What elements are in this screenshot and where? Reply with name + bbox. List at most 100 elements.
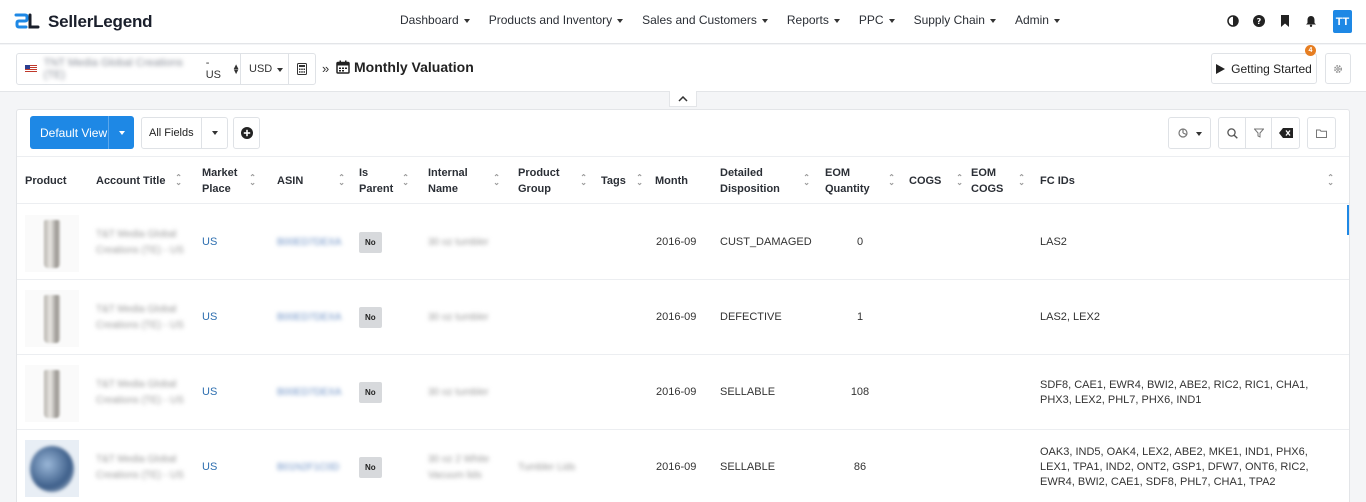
add-view-button[interactable]: [233, 117, 260, 149]
account-selector[interactable]: TNT Media Global Creations (TE) - US ▲ ▼: [16, 53, 241, 85]
getting-started-label: Getting Started: [1231, 61, 1312, 76]
calculator-button[interactable]: [288, 53, 316, 85]
filter-icon: [1253, 128, 1264, 138]
column-header-asin[interactable]: ASIN ⌃ ⌄: [277, 158, 351, 204]
menu-sales-customers[interactable]: Sales and Customers: [642, 13, 768, 27]
currency-selector[interactable]: USD: [240, 53, 289, 85]
default-view-button[interactable]: Default View: [30, 116, 134, 149]
product-group-cell: Tumbler Lids: [518, 461, 576, 473]
marketplace-link[interactable]: US: [202, 355, 217, 430]
caret-down-icon: [761, 18, 768, 23]
bookmark-icon[interactable]: [1278, 14, 1292, 28]
internal-name-cell: 30 oz tumbler: [428, 311, 489, 323]
view-dropdown-toggle[interactable]: [108, 116, 134, 149]
asin-link[interactable]: B00ED7DEXA: [277, 355, 341, 430]
column-header-tags[interactable]: Tags ⌃ ⌄: [601, 158, 653, 204]
column-header-product[interactable]: Product: [25, 158, 89, 204]
clear-filters-button[interactable]: [1271, 117, 1300, 149]
menu-dashboard[interactable]: Dashboard: [400, 13, 470, 27]
product-image[interactable]: [25, 215, 79, 272]
vacuum-lid-thumbnail: [30, 445, 74, 492]
notification-badge: 4: [1305, 45, 1316, 56]
marketplace-link[interactable]: US: [202, 205, 217, 280]
tumbler-thumbnail: [44, 294, 60, 343]
page-settings-button[interactable]: [1325, 53, 1351, 84]
column-label: Detailed Disposition: [720, 167, 780, 195]
help-icon[interactable]: ?: [1252, 14, 1266, 28]
select-arrows-icon: ▲ ▼: [232, 62, 240, 76]
product-image[interactable]: [25, 440, 79, 497]
caret-down-icon: [211, 131, 218, 135]
marketplace-link[interactable]: US: [202, 430, 217, 502]
collapse-header-toggle[interactable]: [669, 91, 697, 107]
column-label: COGS: [909, 175, 942, 187]
menu-reports[interactable]: Reports: [787, 13, 840, 27]
table-toolbar: Default View All Fields: [17, 110, 1349, 157]
table-scrollbar[interactable]: [1347, 205, 1349, 235]
column-header-is-parent[interactable]: Is Parent ⌃ ⌄: [359, 158, 415, 204]
top-navbar: SellerLegend Dashboard Products and Inve…: [0, 0, 1366, 44]
column-label: Is Parent: [359, 167, 394, 195]
product-image[interactable]: [25, 365, 79, 422]
fc-ids-cell: LAS2, LEX2: [1040, 311, 1100, 323]
asin-link[interactable]: B01N2F1C0D: [277, 430, 339, 502]
account-title-cell: T&T Media Global Creations (TE) - US: [96, 379, 184, 406]
caret-down-icon: [888, 18, 895, 23]
gear-icon: [1334, 64, 1342, 73]
table-row: T&T Media Global Creations (TE) - US US …: [17, 355, 1349, 430]
column-header-month[interactable]: Month: [655, 158, 711, 204]
logo[interactable]: SellerLegend: [14, 10, 153, 34]
column-label: Product Group: [518, 167, 560, 195]
menu-products-inventory[interactable]: Products and Inventory: [489, 13, 624, 27]
column-header-fc-ids[interactable]: FC IDs ⌃ ⌄: [1040, 158, 1340, 204]
column-header-eom-cogs[interactable]: EOM COGS ⌃ ⌄: [971, 158, 1031, 204]
search-button[interactable]: [1218, 117, 1246, 149]
page-header: TNT Media Global Creations (TE) - US ▲ ▼ …: [0, 45, 1366, 92]
month-cell: 2016-09: [656, 461, 697, 473]
marketplace-link[interactable]: US: [202, 280, 217, 355]
menu-admin[interactable]: Admin: [1015, 13, 1060, 27]
folder-button[interactable]: [1307, 117, 1336, 149]
menu-label: Dashboard: [400, 13, 459, 27]
asin-link[interactable]: B00ED7DEXA: [277, 280, 341, 355]
caret-down-icon: [1053, 18, 1060, 23]
column-label: Month: [655, 175, 688, 187]
eom-quantity-cell: 1: [856, 311, 864, 323]
internal-name-cell: 30 oz tumbler: [428, 236, 489, 248]
column-label: Product: [25, 175, 67, 187]
valuation-table-card: Default View All Fields Product Account …: [16, 109, 1350, 502]
column-header-cogs[interactable]: COGS ⌃ ⌄: [909, 158, 969, 204]
user-avatar[interactable]: TT: [1333, 10, 1352, 33]
is-parent-badge: No: [359, 307, 382, 328]
column-header-account-title[interactable]: Account Title ⌃ ⌄: [96, 158, 188, 204]
menu-supply-chain[interactable]: Supply Chain: [914, 13, 996, 27]
is-parent-badge: No: [359, 382, 382, 403]
search-icon: [1226, 127, 1238, 139]
column-header-internal-name[interactable]: Internal Name ⌃ ⌄: [428, 158, 506, 204]
menu-label: Supply Chain: [913, 13, 985, 27]
column-header-product-group[interactable]: Product Group ⌃ ⌄: [518, 158, 593, 204]
menu-label: Admin: [1014, 13, 1049, 27]
app-name: SellerLegend: [48, 12, 153, 31]
breadcrumb-separator: »: [322, 61, 330, 76]
getting-started-button[interactable]: Getting Started: [1211, 53, 1317, 84]
filter-button[interactable]: [1245, 117, 1272, 149]
column-header-detailed-disposition[interactable]: Detailed Disposition ⌃ ⌄: [720, 158, 816, 204]
bell-icon[interactable]: [1304, 14, 1318, 28]
product-image[interactable]: [25, 290, 79, 347]
column-header-market-place[interactable]: Market Place ⌃ ⌄: [202, 158, 262, 204]
asin-link[interactable]: B00ED7DEXA: [277, 205, 341, 280]
eom-quantity-cell: 0: [856, 236, 864, 248]
month-cell: 2016-09: [656, 311, 697, 323]
contrast-icon[interactable]: [1226, 14, 1240, 28]
nav-icon-group: ?: [1214, 14, 1318, 28]
fields-dropdown-toggle[interactable]: [201, 118, 227, 148]
menu-ppc[interactable]: PPC: [859, 13, 895, 27]
fields-selector[interactable]: All Fields: [141, 117, 228, 149]
menu-label: Sales and Customers: [642, 13, 757, 27]
chart-dropdown-button[interactable]: [1168, 117, 1211, 149]
internal-name-cell: 30 oz tumbler: [428, 386, 489, 398]
column-label: Account Title: [96, 175, 166, 187]
column-header-eom-quantity[interactable]: EOM Quantity ⌃ ⌄: [825, 158, 901, 204]
sort-icon: ⌃ ⌄: [580, 173, 587, 187]
